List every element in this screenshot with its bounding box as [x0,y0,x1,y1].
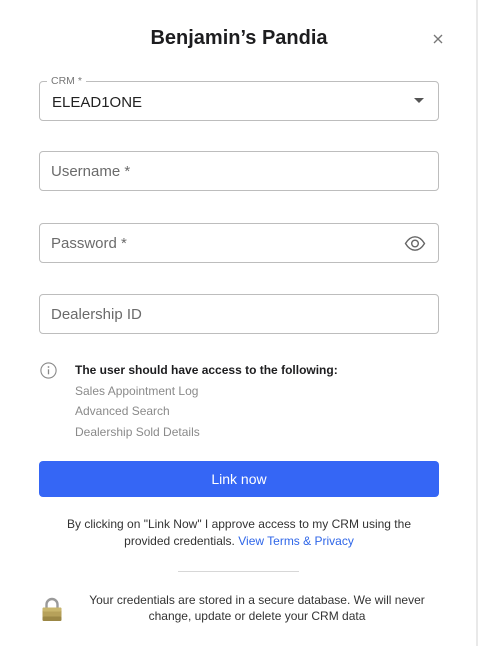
crm-select-label: CRM * [47,75,86,87]
lock-icon [41,597,63,622]
consent-text-block: By clicking on "Link Now" I approve acce… [60,516,418,550]
password-field[interactable] [40,224,438,262]
access-info-item: Advanced Search [75,404,170,418]
password-field-wrapper [39,223,439,263]
crm-select[interactable]: CRM * ELEAD1ONE [39,75,439,121]
dealership-id-field-wrapper [39,294,439,334]
dialog-title: Benjamin’s Pandia [150,27,328,49]
access-info-item: Dealership Sold Details [75,425,200,439]
username-field-wrapper [39,151,439,191]
eye-icon[interactable] [404,235,426,252]
dealership-id-field[interactable] [40,295,438,333]
close-icon[interactable] [431,32,445,46]
terms-privacy-link[interactable]: View Terms & Privacy [238,534,354,548]
info-icon [40,362,57,379]
security-note: Your credentials are stored in a secure … [89,593,425,623]
username-field[interactable] [40,152,438,190]
access-info-item: Sales Appointment Log [75,384,199,398]
crm-link-dialog: Benjamin’s Pandia CRM * ELEAD1ONE Userna… [0,0,478,646]
link-now-button[interactable]: Link now [39,461,439,497]
chevron-down-icon[interactable] [414,98,424,103]
crm-select-value: ELEAD1ONE [52,94,143,111]
access-info-title: The user should have access to the follo… [75,363,338,377]
divider [178,571,299,572]
